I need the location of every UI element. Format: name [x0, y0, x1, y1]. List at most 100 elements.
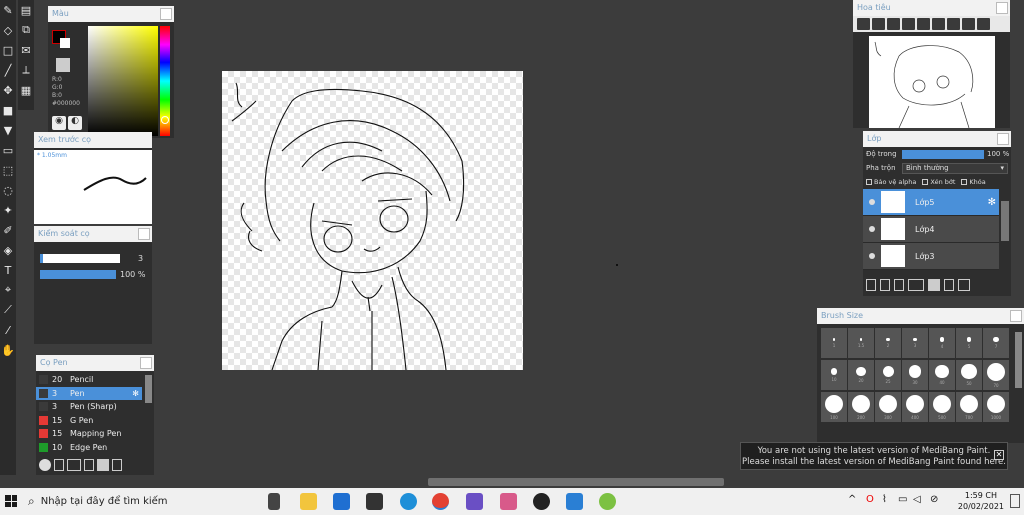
edge-browser-icon[interactable]	[400, 493, 417, 510]
eyedropper-icon[interactable]: ⟋	[0, 300, 16, 320]
actual-size-icon[interactable]	[887, 18, 900, 30]
update-notice[interactable]: You are not using the latest version of …	[740, 442, 1008, 470]
brush-folder-icon[interactable]	[97, 459, 109, 471]
select-tool-icon[interactable]: ⬚	[0, 160, 16, 180]
layer-row[interactable]: Lớp5 ✻	[863, 189, 999, 216]
navigator-thumbnail[interactable]	[869, 36, 995, 129]
rotate-left-icon[interactable]	[917, 18, 930, 30]
layer-row[interactable]: Lớp3	[863, 243, 999, 270]
ruler-icon[interactable]: ⟂	[18, 60, 34, 80]
add-brush-dropdown-icon[interactable]	[67, 459, 81, 471]
volume-muted-icon[interactable]: ◁	[913, 494, 921, 505]
brush-size-option[interactable]: 3	[902, 328, 928, 358]
new-halftone-layer-icon[interactable]	[880, 279, 890, 291]
brush-size-option[interactable]: 4	[929, 328, 955, 358]
opera-icon[interactable]: O	[866, 494, 874, 505]
blend-mode-select[interactable]: Bình thường ▾	[902, 162, 1008, 174]
app-icon-pink[interactable]	[500, 493, 517, 510]
brush-size-option[interactable]: 200	[848, 392, 874, 422]
chat-icon[interactable]: ✉	[18, 40, 34, 60]
file-explorer-icon[interactable]	[300, 493, 317, 510]
brush-tool-icon[interactable]: ╱	[0, 60, 16, 80]
scrollbar-thumb[interactable]	[428, 478, 724, 486]
brush-size-option[interactable]: 500	[929, 392, 955, 422]
windows-start-icon[interactable]	[5, 495, 17, 507]
layer-row[interactable]: Lớp4	[863, 216, 999, 243]
duplicate-brush-icon[interactable]	[112, 459, 122, 471]
store-icon[interactable]	[366, 493, 383, 510]
zoom-in-icon[interactable]	[857, 18, 870, 30]
brush-opacity-slider[interactable]	[40, 270, 116, 279]
panel-close-button[interactable]	[1010, 310, 1022, 322]
hue-slider[interactable]	[160, 26, 170, 136]
brush-size-option[interactable]: 50	[956, 360, 982, 390]
layer-list-scrollbar[interactable]	[1001, 201, 1009, 241]
panel-close-button[interactable]	[996, 2, 1008, 14]
brush-list-item[interactable]: 15 Mapping Pen	[36, 427, 142, 441]
brush-list-item[interactable]: 20 Pencil	[36, 373, 142, 387]
brush-list-item[interactable]: 15 G Pen	[36, 414, 142, 428]
brush-size-option[interactable]: 2	[875, 328, 901, 358]
brush-size-option[interactable]: 1000	[983, 392, 1009, 422]
chrome-icon[interactable]	[432, 493, 449, 510]
network-icon[interactable]: ⌇	[882, 494, 887, 505]
rectangle-select-icon[interactable]: □	[0, 40, 16, 60]
zoom-out-icon[interactable]	[902, 18, 915, 30]
rotate-right-icon[interactable]	[947, 18, 960, 30]
panel-close-button[interactable]	[997, 133, 1009, 145]
protect-alpha-checkbox[interactable]: Bảo vệ alpha	[866, 178, 916, 186]
new-brush-icon[interactable]	[54, 459, 64, 471]
gradient-tool-icon[interactable]: ▭	[0, 140, 16, 160]
brush-size-option[interactable]: 100	[821, 392, 847, 422]
brush-size-option[interactable]: 1	[821, 328, 847, 358]
panel-close-button[interactable]	[160, 8, 172, 20]
panel-close-button[interactable]	[138, 228, 150, 240]
photos-icon[interactable]	[566, 493, 583, 510]
grid-icon[interactable]: ▦	[18, 80, 34, 100]
layer-opacity-slider[interactable]	[902, 149, 984, 159]
brush-size-option[interactable]: 1.5	[848, 328, 874, 358]
brush-list-item[interactable]: 3 Pen (Sharp)	[36, 400, 142, 414]
eraser-tool-icon[interactable]: ◇	[0, 20, 16, 40]
brush-size-option[interactable]: 25	[875, 360, 901, 390]
duplicate-layer-icon[interactable]	[944, 279, 954, 291]
divide-tool-icon[interactable]: ⁄	[0, 320, 16, 340]
hand-tool-icon[interactable]: ✋	[0, 340, 16, 360]
select-pen-icon[interactable]: ✐	[0, 220, 16, 240]
fullscreen-icon[interactable]	[977, 18, 990, 30]
app-icon-purple[interactable]	[466, 493, 483, 510]
brush-list-item[interactable]: 3 Pen ✻	[36, 386, 142, 400]
gear-icon[interactable]: ✻	[988, 197, 996, 208]
brush-list-scrollbar[interactable]	[145, 375, 152, 403]
add-layer-dropdown-icon[interactable]	[908, 279, 924, 291]
action-center-icon[interactable]	[1010, 494, 1020, 508]
clipping-checkbox[interactable]: Xén bớt	[922, 178, 955, 186]
task-view-icon[interactable]	[268, 493, 280, 510]
brush-size-scrollbar[interactable]	[1015, 332, 1022, 388]
saturation-value-picker[interactable]	[88, 26, 158, 136]
brush-size-option[interactable]: 300	[875, 392, 901, 422]
text-tool-icon[interactable]: T	[0, 260, 16, 280]
brush-size-option[interactable]: 5	[956, 328, 982, 358]
mail-icon[interactable]	[333, 493, 350, 510]
nox-player-icon[interactable]	[533, 493, 550, 510]
operation-tool-icon[interactable]: ⌖	[0, 280, 16, 300]
visibility-eye-icon[interactable]	[869, 226, 875, 232]
gear-icon[interactable]: ✻	[132, 389, 139, 398]
visibility-eye-icon[interactable]	[869, 199, 875, 205]
copy-icon[interactable]: ⧉	[18, 20, 34, 40]
panel-close-button[interactable]	[140, 357, 152, 369]
bucket-tool-icon[interactable]: ▼	[0, 120, 16, 140]
battery-icon[interactable]: ▭	[898, 494, 907, 505]
brush-size-option[interactable]: 10	[821, 360, 847, 390]
move-tool-icon[interactable]: ✥	[0, 80, 16, 100]
close-icon[interactable]: ✕	[994, 450, 1004, 460]
brush-size-option[interactable]: 700	[956, 392, 982, 422]
brush-size-option[interactable]: 7	[983, 328, 1009, 358]
new-layer-icon[interactable]	[866, 279, 876, 291]
brush-list-item[interactable]: 10 Edge Pen	[36, 441, 142, 455]
brush-size-option[interactable]: 70	[983, 360, 1009, 390]
layer-icon[interactable]: ▤	[18, 0, 34, 20]
pen-tool-icon[interactable]: ✎	[0, 0, 16, 20]
brush-file-icon[interactable]	[84, 459, 94, 471]
